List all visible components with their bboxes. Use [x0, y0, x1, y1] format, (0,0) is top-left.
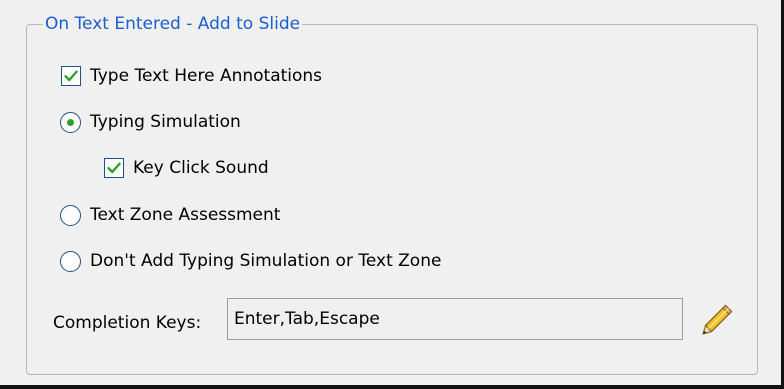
on-text-entered-groupbox: On Text Entered - Add to Slide Type Text… [26, 12, 758, 375]
checkmark-icon [64, 70, 78, 82]
text-zone-assessment-option[interactable]: Text Zone Assessment [60, 202, 280, 228]
type-text-annotations-option[interactable]: Type Text Here Annotations [61, 63, 322, 89]
text-zone-assessment-radio[interactable] [60, 204, 81, 226]
typing-simulation-label: Typing Simulation [90, 112, 241, 132]
dont-add-option[interactable]: Don't Add Typing Simulation or Text Zone [60, 248, 441, 274]
text-zone-assessment-label: Text Zone Assessment [90, 205, 281, 225]
groupbox-title: On Text Entered - Add to Slide [43, 12, 303, 36]
typing-simulation-option[interactable]: Typing Simulation [60, 109, 241, 135]
type-text-annotations-label: Type Text Here Annotations [90, 66, 323, 86]
key-click-sound-option[interactable]: Key Click Sound [104, 155, 269, 181]
checkmark-icon [107, 162, 121, 174]
window-edge-bottom [0, 385, 784, 389]
dont-add-label: Don't Add Typing Simulation or Text Zone [90, 251, 442, 271]
typing-simulation-radio[interactable] [60, 111, 81, 133]
key-click-sound-label: Key Click Sound [133, 158, 269, 178]
pencil-icon [702, 304, 733, 335]
type-text-annotations-checkbox[interactable] [61, 66, 81, 86]
completion-keys-label: Completion Keys: [53, 313, 202, 333]
key-click-sound-checkbox[interactable] [104, 158, 124, 178]
dont-add-radio[interactable] [60, 250, 81, 272]
edit-completion-keys-button[interactable] [697, 300, 737, 340]
completion-keys-input[interactable] [227, 298, 683, 340]
